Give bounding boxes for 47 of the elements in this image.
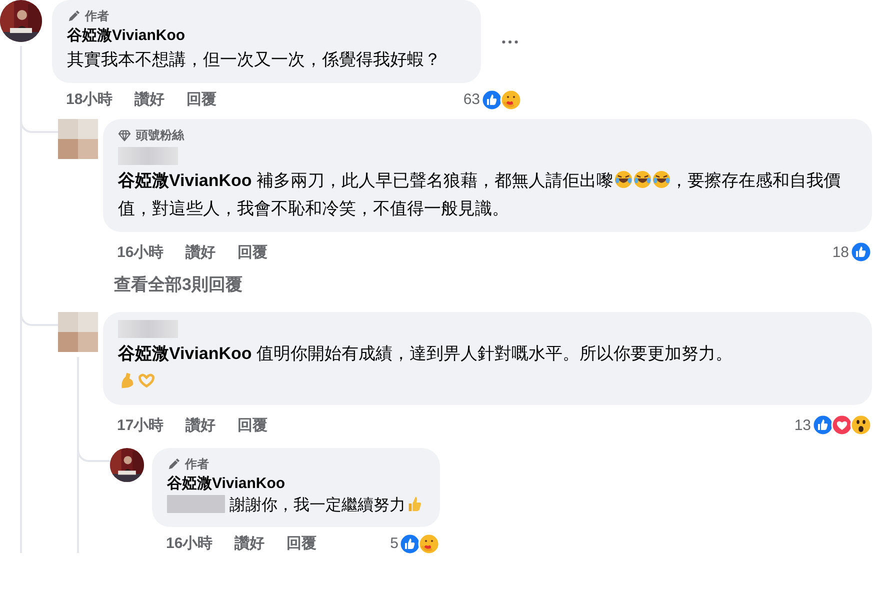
author-name[interactable]: 谷婭溦VivianKoo (67, 26, 441, 46)
blurred-mention (167, 495, 225, 513)
author-name[interactable]: 谷婭溦VivianKoo (167, 474, 424, 494)
like-reaction-icon (850, 241, 872, 263)
reply-link[interactable]: 回覆 (238, 242, 268, 262)
pixelated-avatar (58, 119, 98, 159)
care-reaction-icon (418, 532, 440, 554)
like-link[interactable]: 讚好 (186, 416, 216, 434)
pen-icon (167, 458, 180, 470)
care-reaction-icon (500, 88, 522, 110)
comment-text: 谷婭溦VivianKoo 值明你開始有成績，達到畀人針對嘅水平。所以你要更加努力。 (118, 340, 856, 396)
view-replies-link[interactable]: 查看全部3則回覆 (114, 273, 242, 296)
reaction-count[interactable]: 5 (390, 535, 398, 552)
heart-hands-emoji-icon (137, 371, 156, 390)
like-reaction-icon (481, 88, 503, 110)
blurred-name (118, 147, 178, 165)
like-link[interactable]: 讚好 (134, 90, 165, 109)
comment-text: 谷婭溦VivianKoo 補多兩刀，此人早已聲名狼藉，都無人請佢出嚟 ，要擦存在感和自我價值，對這些人，我會不恥和冷笑，不值得一般見識。 (118, 169, 842, 220)
reaction-count[interactable]: 63 (463, 91, 480, 108)
badge-label: 作者 (185, 456, 209, 472)
like-reaction-icon (812, 414, 834, 436)
comment-text: 其實我本不想講，但一次又一次，係覺得我好蝦？ (67, 49, 441, 71)
pixelated-avatar (58, 312, 98, 352)
diamond-icon (118, 128, 131, 142)
badge-label: 作者 (85, 8, 109, 24)
like-link[interactable]: 讚好 (234, 534, 265, 553)
comment-time[interactable]: 16小時 (117, 242, 164, 262)
reaction-count[interactable]: 18 (832, 244, 849, 260)
wow-reaction-icon (850, 414, 872, 436)
blurred-name (118, 320, 178, 338)
comment-time[interactable]: 16小時 (166, 534, 213, 553)
comment-text: 謝謝你，我一定繼續努力 (167, 494, 424, 518)
comment-time[interactable]: 18小時 (66, 90, 113, 109)
laughing-emoji-icon (614, 170, 633, 189)
heart-reaction-icon (831, 414, 853, 436)
comment-time[interactable]: 17小時 (117, 416, 164, 434)
laughing-emoji-icon (632, 170, 652, 189)
like-reaction-icon (399, 532, 422, 554)
reaction-count[interactable]: 13 (794, 416, 811, 434)
laughing-emoji-icon (652, 170, 671, 189)
like-link[interactable]: 讚好 (186, 242, 216, 262)
badge-label: 頭號粉絲 (136, 126, 184, 144)
pen-icon (67, 10, 80, 22)
reply-link[interactable]: 回覆 (186, 90, 217, 109)
reply-link[interactable]: 回覆 (286, 534, 317, 553)
reply-link[interactable]: 回覆 (238, 416, 268, 434)
more-options-icon[interactable] (501, 38, 519, 44)
